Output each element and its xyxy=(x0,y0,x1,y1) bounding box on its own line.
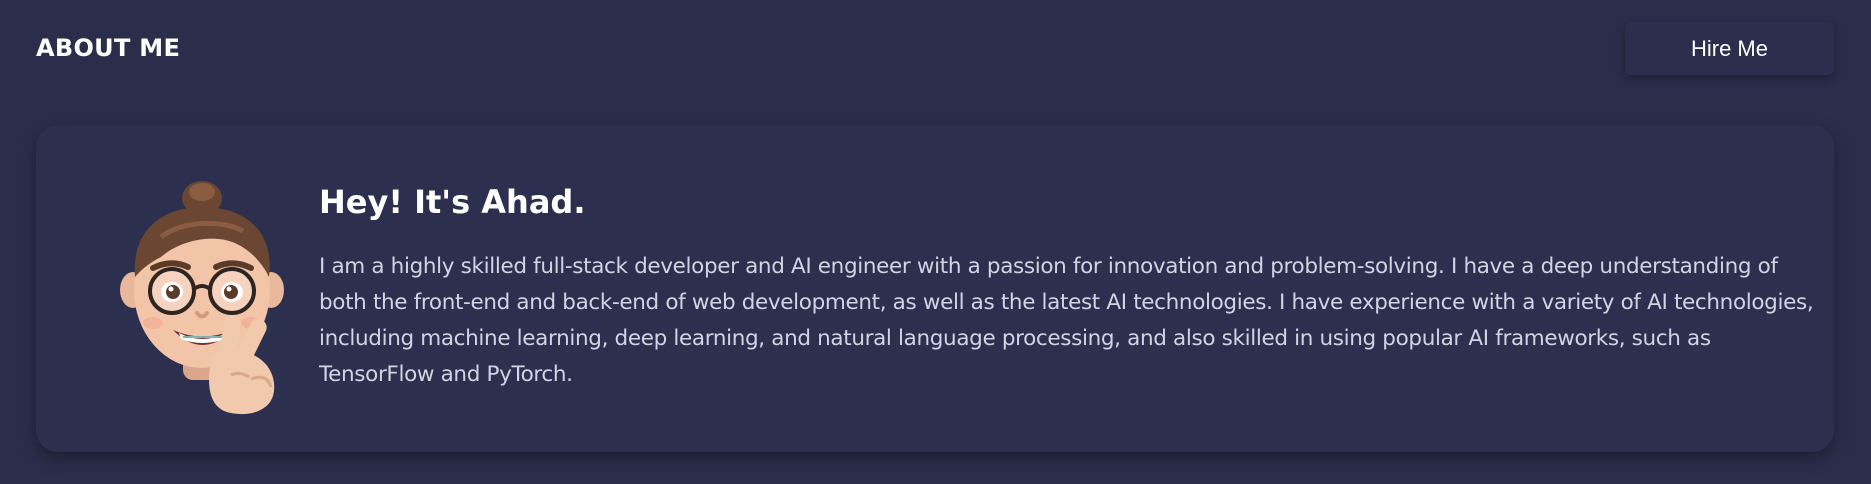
hire-me-button[interactable]: Hire Me xyxy=(1625,22,1834,75)
about-card: Hey! It's Ahad. I am a highly skilled fu… xyxy=(36,125,1834,452)
avatar xyxy=(91,165,311,415)
about-heading: Hey! It's Ahad. xyxy=(319,183,586,221)
about-description: I am a highly skilled full-stack develop… xyxy=(319,254,1814,387)
section-title: ABOUT ME xyxy=(36,34,181,62)
memoji-avatar-icon xyxy=(120,181,284,415)
top-header: ABOUT ME Hire Me xyxy=(0,0,1871,100)
